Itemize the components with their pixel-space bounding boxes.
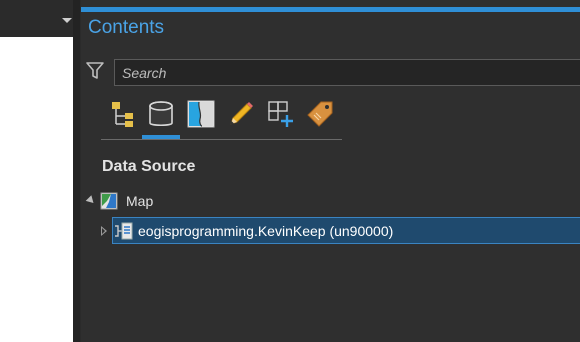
expand-arrow-icon[interactable]: [85, 195, 97, 206]
map-view-area: [0, 0, 80, 342]
database-connection-icon: [114, 221, 136, 241]
chevron-down-icon[interactable]: [62, 18, 72, 23]
selection-map-icon: [186, 99, 216, 129]
filter-icon[interactable]: [85, 61, 105, 81]
list-by-data-source-button[interactable]: [144, 97, 178, 131]
tree-item-label: eogisprogramming.KevinKeep (un90000): [138, 223, 394, 239]
tree-item-label: Map: [126, 193, 154, 209]
drawing-order-icon: [107, 99, 137, 129]
pane-accent-bar: [81, 7, 580, 12]
search-box: [114, 59, 580, 86]
pane-splitter[interactable]: [73, 0, 80, 342]
collapse-arrow-inner: [102, 228, 105, 234]
pencil-icon: [226, 99, 256, 129]
list-by-selection-button[interactable]: [184, 97, 218, 131]
label-tag-icon: [305, 99, 335, 129]
list-by-drawing-order-button[interactable]: [105, 97, 139, 131]
list-by-editing-button[interactable]: [224, 97, 258, 131]
list-by-snapping-button[interactable]: [264, 97, 298, 131]
database-icon: [146, 99, 176, 129]
tree-item-map[interactable]: Map: [81, 189, 580, 213]
toolbar-divider: [101, 139, 342, 140]
tree-item-datasource[interactable]: eogisprogramming.KevinKeep (un90000): [112, 217, 580, 244]
map-canvas[interactable]: [0, 37, 73, 342]
search-input[interactable]: [115, 60, 580, 85]
map-view-header: [0, 0, 80, 40]
contents-pane: Contents Search Data Source Map eogispro…: [81, 0, 580, 342]
list-by-labeling-button[interactable]: [303, 97, 337, 131]
snapping-icon: [266, 99, 296, 129]
pane-title: Contents: [88, 17, 165, 38]
map-icon: [100, 192, 118, 210]
section-title: Data Source: [102, 158, 196, 175]
